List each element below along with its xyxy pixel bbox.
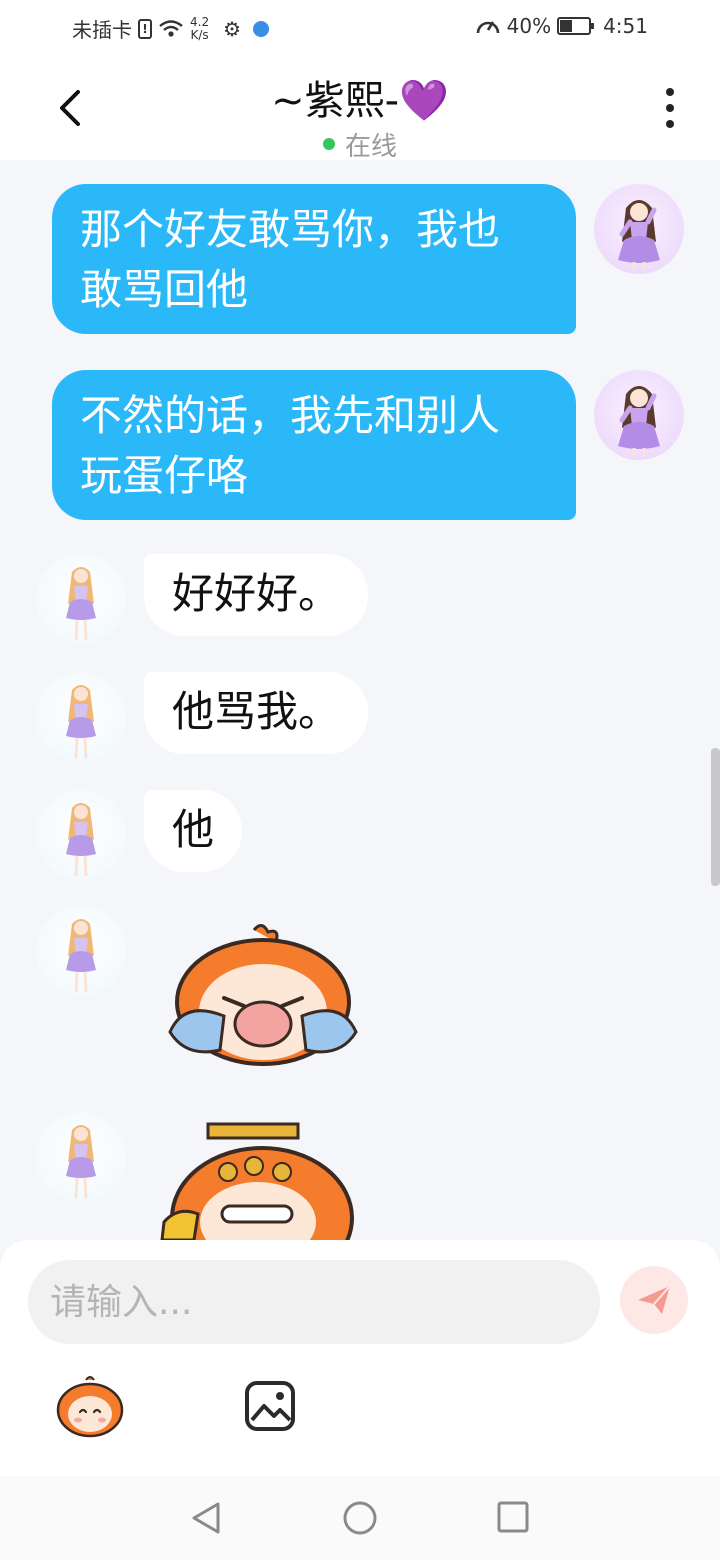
my-avatar[interactable] — [594, 184, 684, 274]
emperor-eggy-icon — [160, 1122, 354, 1240]
nav-back-icon[interactable] — [188, 1500, 224, 1536]
eggy-face-icon — [56, 1376, 124, 1438]
nav-recents-icon[interactable] — [496, 1500, 530, 1534]
crying-eggy-icon — [168, 924, 358, 1066]
speedometer-icon — [476, 21, 499, 34]
chat-header: ~紫熙-💜 在线 — [0, 56, 720, 163]
anime-girl-avatar-icon — [66, 803, 96, 877]
status-bar: 未插卡 ! 4.2 K/s ⚙ 40% 4:51 — [0, 0, 720, 56]
anime-girl-avatar-icon — [618, 386, 660, 456]
message-list[interactable]: 那个好友敢骂你，我也 敢骂回他 不然的话，我先和别人 玩蛋仔咯 好好好。 他骂我… — [0, 160, 720, 1240]
incoming-message-bubble[interactable]: 他骂我。 — [144, 672, 369, 754]
contact-avatar[interactable] — [36, 790, 126, 880]
image-picker-button[interactable] — [244, 1380, 296, 1432]
image-icon — [245, 1381, 295, 1431]
anime-girl-avatar-icon — [66, 919, 96, 993]
outgoing-message-bubble[interactable]: 那个好友敢骂你，我也 敢骂回他 — [52, 184, 576, 334]
anime-girl-avatar-icon — [66, 1125, 96, 1199]
anime-girl-avatar-icon — [66, 685, 96, 759]
net-speed-unit: K/s — [190, 27, 209, 42]
scrollbar[interactable] — [711, 748, 720, 886]
more-options-button[interactable] — [658, 86, 682, 130]
outgoing-message-bubble[interactable]: 不然的话，我先和别人 玩蛋仔咯 — [52, 370, 576, 520]
anime-girl-avatar-icon — [66, 567, 96, 641]
incoming-message-bubble[interactable]: 好好好。 — [144, 554, 369, 636]
status-bar-left: 未插卡 ! 4.2 K/s ⚙ — [72, 14, 270, 43]
emoji-sticker-button[interactable] — [54, 1374, 126, 1438]
more-dot-icon — [666, 88, 674, 96]
net-speed-value: 4.2 — [190, 14, 210, 29]
purple-heart-icon: 💜 — [399, 78, 449, 124]
wifi-icon — [159, 19, 183, 37]
contact-avatar[interactable] — [36, 672, 126, 762]
contact-name-text: ~紫熙- — [271, 78, 400, 124]
my-avatar[interactable] — [594, 370, 684, 460]
message-text-line: 不然的话，我先和别人 — [80, 391, 501, 440]
online-dot-icon — [322, 137, 335, 150]
battery-icon — [557, 17, 595, 35]
clock: 4:51 — [603, 14, 648, 38]
sim-alert-icon: ! — [138, 18, 152, 39]
browser-icon — [253, 20, 270, 37]
gear-icon: ⚙ — [223, 16, 242, 41]
status-bar-right: 40% 4:51 — [475, 14, 648, 38]
message-text-line: 敢骂回他 — [80, 265, 249, 314]
message-text: 好好好。 — [172, 569, 341, 618]
online-status: 在线 — [0, 126, 720, 163]
incoming-message-bubble[interactable]: 他 — [144, 790, 243, 872]
contact-name: ~紫熙-💜 — [0, 68, 720, 126]
system-nav-bar — [0, 1476, 720, 1560]
contact-avatar[interactable] — [36, 554, 126, 644]
message-input[interactable] — [28, 1260, 600, 1344]
crying-eggy-sticker[interactable] — [160, 920, 366, 1072]
message-text-line: 那个好友敢骂你，我也 — [80, 205, 501, 254]
nav-home-icon[interactable] — [342, 1500, 378, 1536]
emperor-eggy-sticker[interactable] — [158, 1122, 358, 1240]
composer-panel — [0, 1240, 720, 1476]
more-dot-icon — [666, 120, 674, 128]
anime-girl-avatar-icon — [618, 200, 660, 270]
message-text: 他 — [172, 805, 215, 854]
send-button[interactable] — [620, 1266, 688, 1334]
message-text: 他骂我。 — [172, 687, 341, 736]
send-icon — [638, 1285, 671, 1314]
carrier-label: 未插卡 — [72, 18, 132, 42]
more-dot-icon — [666, 104, 674, 112]
net-speed: 4.2 K/s — [190, 14, 210, 42]
contact-avatar[interactable] — [36, 906, 126, 996]
online-status-text: 在线 — [344, 132, 397, 162]
message-text-line: 玩蛋仔咯 — [80, 451, 249, 500]
contact-avatar[interactable] — [36, 1112, 126, 1202]
battery-percent: 40% — [506, 14, 552, 38]
